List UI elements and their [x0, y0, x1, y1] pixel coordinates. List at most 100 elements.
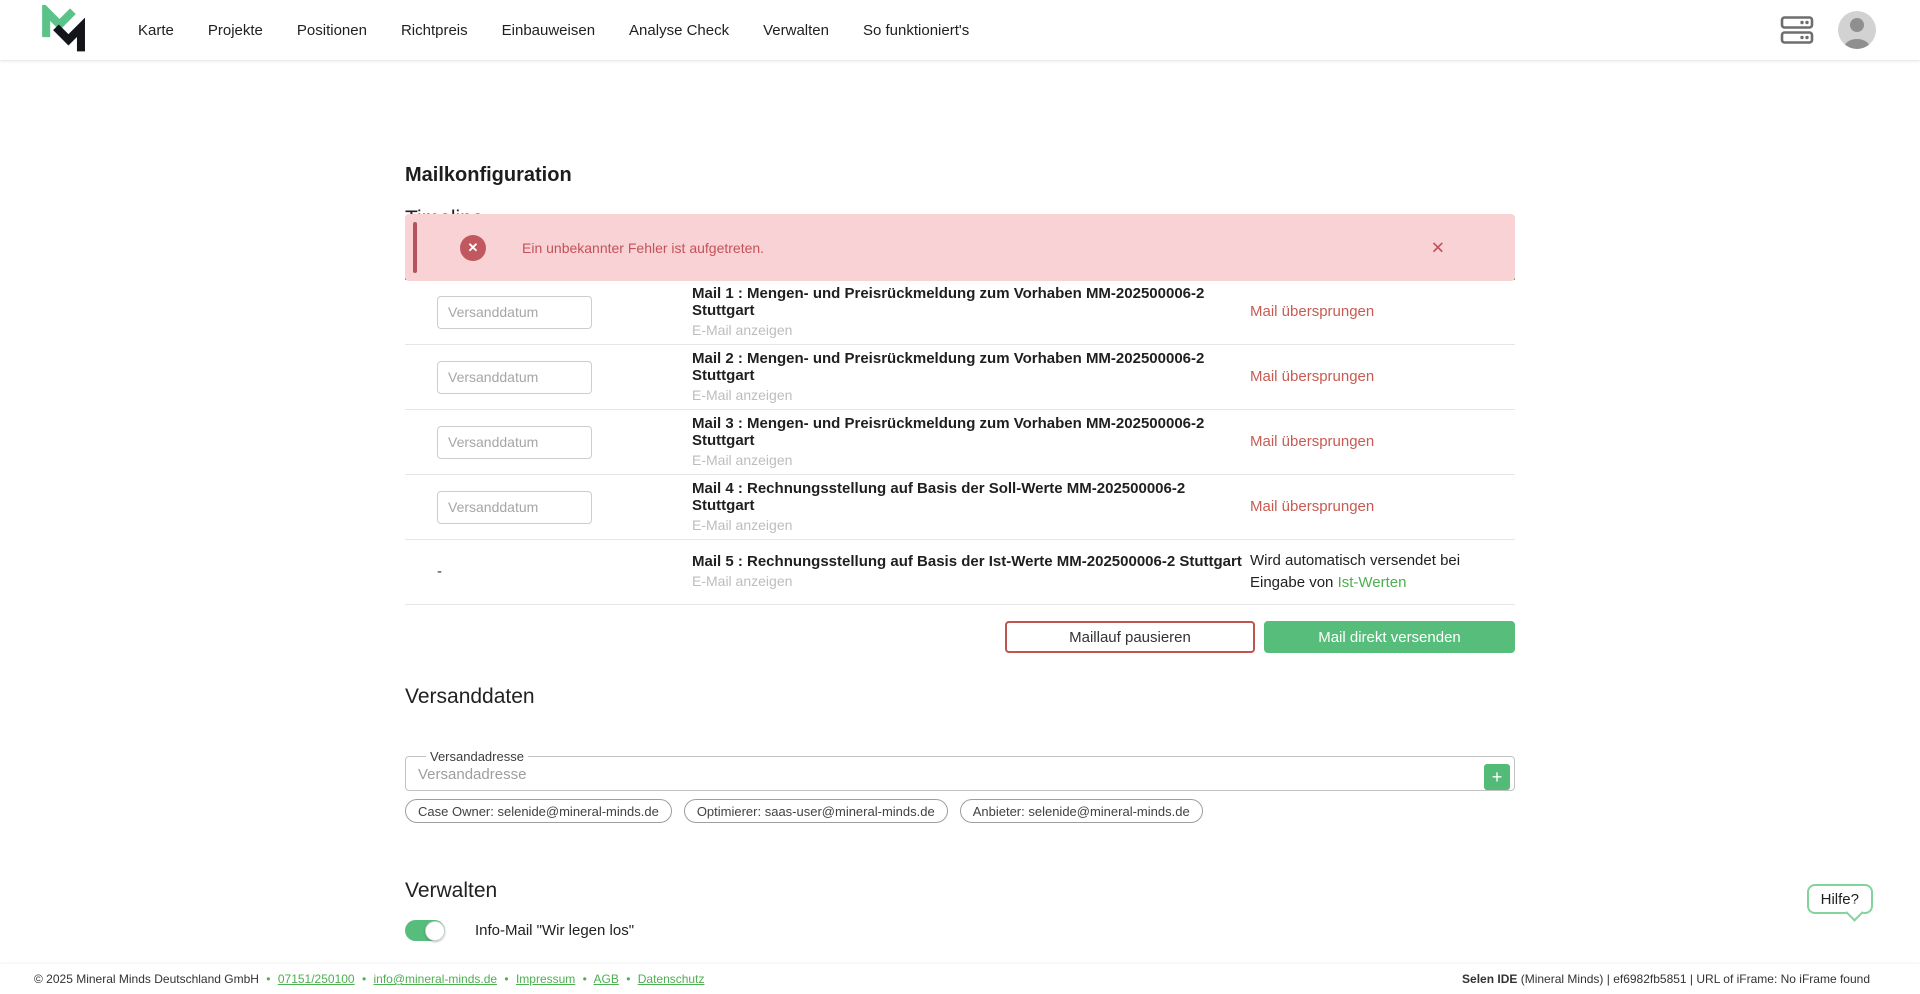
versanddaten-title: Versanddaten	[405, 685, 1515, 709]
nav-item[interactable]: Positionen	[297, 22, 367, 39]
footer-separator: •	[504, 972, 508, 986]
maillauf-pausieren-button[interactable]: Maillauf pausieren	[1005, 621, 1255, 653]
footer-separator: •	[362, 972, 366, 986]
table-row: Mail 2 : Mengen- und Preisrückmeldung zu…	[405, 345, 1515, 410]
mailtyp-cell: Mail 3 : Mengen- und Preisrückmeldung zu…	[692, 415, 1248, 470]
footer: © 2025 Mineral Minds Deutschland GmbH • …	[0, 964, 1920, 994]
mail-title: Mail 4 : Rechnungsstellung auf Basis der…	[692, 480, 1248, 514]
versandadresse-input[interactable]	[418, 766, 1474, 783]
versanddatum-input[interactable]	[437, 296, 592, 329]
mail-direkt-versenden-button[interactable]: Mail direkt versenden	[1264, 621, 1515, 653]
footer-right: Selen IDE (Mineral Minds) | ef6982fb5851…	[1462, 972, 1870, 986]
status-text: Mail übersprungen	[1250, 368, 1374, 385]
timeline-actions: Maillauf pausieren Mail direkt versenden	[405, 621, 1515, 653]
server-icon[interactable]	[1780, 14, 1814, 46]
status-text: Mail übersprungen	[1250, 498, 1374, 515]
address-chips: Case Owner: selenide@mineral-minds.de Op…	[405, 799, 1515, 823]
footer-link[interactable]: Impressum	[516, 972, 575, 986]
nav-item[interactable]: Einbauweisen	[502, 22, 595, 39]
mail-title: Mail 5 : Rechnungsstellung auf Basis der…	[692, 553, 1248, 570]
versanddatum-cell	[405, 361, 690, 394]
versanddatum-input[interactable]	[437, 491, 592, 524]
table-row: Mail 1 : Mengen- und Preisrückmeldung zu…	[405, 280, 1515, 345]
versanddatum-cell	[405, 426, 690, 459]
email-anzeigen-link[interactable]: E-Mail anzeigen	[692, 517, 792, 533]
status-text: Mail übersprungen	[1250, 303, 1374, 320]
email-anzeigen-link[interactable]: E-Mail anzeigen	[692, 322, 792, 338]
nav-item[interactable]: Projekte	[208, 22, 263, 39]
avatar-head	[1850, 18, 1864, 32]
email-anzeigen-link[interactable]: E-Mail anzeigen	[692, 573, 792, 589]
table-row: Mail 3 : Mengen- und Preisrückmeldung zu…	[405, 410, 1515, 475]
ist-werten-link[interactable]: Ist-Werten	[1338, 574, 1407, 591]
mail-title: Mail 2 : Mengen- und Preisrückmeldung zu…	[692, 350, 1248, 384]
nav-item[interactable]: So funktioniert's	[863, 22, 969, 39]
versanddatum-cell: -	[405, 563, 690, 581]
help-button[interactable]: Hilfe?	[1807, 884, 1873, 914]
error-circle-x-icon: ✕	[460, 235, 486, 261]
table-body: Mail 1 : Mengen- und Preisrückmeldung zu…	[405, 280, 1515, 605]
footer-link[interactable]: Datenschutz	[638, 972, 705, 986]
top-navbar: Karte Projekte Positionen Richtpreis Ein…	[0, 0, 1920, 60]
status-cell: Mail übersprungen	[1250, 366, 1515, 388]
navbar-right	[1780, 11, 1876, 49]
status-cell: Mail übersprungen	[1250, 431, 1515, 453]
versanddatum-input[interactable]	[437, 426, 592, 459]
address-chip[interactable]: Case Owner: selenide@mineral-minds.de	[405, 799, 672, 823]
nav-item[interactable]: Verwalten	[763, 22, 829, 39]
nav-item[interactable]: Analyse Check	[629, 22, 729, 39]
alert-accent-bar	[413, 222, 417, 273]
status-cell: Wird automatisch versendet bei Eingabe v…	[1250, 550, 1515, 594]
footer-left: © 2025 Mineral Minds Deutschland GmbH • …	[34, 972, 704, 986]
footer-separator: •	[626, 972, 630, 986]
info-mail-toggle[interactable]	[405, 920, 445, 941]
timeline-table: Versanddatum Mailtyp Status Mail 1 : Men…	[405, 253, 1515, 605]
email-anzeigen-link[interactable]: E-Mail anzeigen	[692, 387, 792, 403]
versanddatum-cell	[405, 296, 690, 329]
mailtyp-cell: Mail 2 : Mengen- und Preisrückmeldung zu…	[692, 350, 1248, 405]
table-row: Mail 4 : Rechnungsstellung auf Basis der…	[405, 475, 1515, 540]
footer-link[interactable]: 07151/250100	[278, 972, 355, 986]
status-cell: Mail übersprungen	[1250, 496, 1515, 518]
nav-item[interactable]: Karte	[138, 22, 174, 39]
page-title: Mailkonfiguration	[405, 164, 1515, 187]
versandadresse-fieldset: Versandadresse +	[405, 749, 1515, 791]
error-alert: ✕ Ein unbekannter Fehler ist aufgetreten…	[405, 214, 1515, 281]
toggle-knob	[425, 921, 445, 941]
verwalten-title: Verwalten	[405, 879, 1515, 903]
main-navigation: Karte Projekte Positionen Richtpreis Ein…	[138, 22, 969, 39]
status-cell: Mail übersprungen	[1250, 301, 1515, 323]
nav-item[interactable]: Richtpreis	[401, 22, 468, 39]
avatar-shoulders	[1844, 39, 1870, 49]
add-address-button[interactable]: +	[1484, 764, 1510, 790]
user-avatar-icon[interactable]	[1838, 11, 1876, 49]
versanddatum-cell	[405, 491, 690, 524]
mailtyp-cell: Mail 1 : Mengen- und Preisrückmeldung zu…	[692, 285, 1248, 340]
info-mail-toggle-row: Info-Mail "Wir legen los"	[405, 920, 1515, 941]
address-chip[interactable]: Optimierer: saas-user@mineral-minds.de	[684, 799, 948, 823]
footer-link[interactable]: info@mineral-minds.de	[373, 972, 497, 986]
status-text: Wird automatisch versendet bei Eingabe v…	[1250, 552, 1460, 591]
footer-meta-text: (Mineral Minds) | ef6982fb5851 | URL of …	[1517, 972, 1870, 986]
address-chip[interactable]: Anbieter: selenide@mineral-minds.de	[960, 799, 1203, 823]
alert-message: Ein unbekannter Fehler ist aufgetreten.	[522, 240, 764, 256]
main-content: ✕ Ein unbekannter Fehler ist aufgetreten…	[405, 164, 1515, 941]
copyright-text: © 2025 Mineral Minds Deutschland GmbH	[34, 972, 259, 986]
mailtyp-cell: Mail 4 : Rechnungsstellung auf Basis der…	[692, 480, 1248, 535]
versandadresse-label: Versandadresse	[426, 749, 528, 764]
footer-separator: •	[583, 972, 587, 986]
mineral-minds-logo-icon[interactable]	[38, 5, 90, 55]
mail-title: Mail 1 : Mengen- und Preisrückmeldung zu…	[692, 285, 1248, 319]
toggle-label: Info-Mail "Wir legen los"	[475, 922, 634, 939]
footer-link[interactable]: AGB	[594, 972, 619, 986]
email-anzeigen-link[interactable]: E-Mail anzeigen	[692, 452, 792, 468]
table-row: - Mail 5 : Rechnungsstellung auf Basis d…	[405, 540, 1515, 605]
close-icon[interactable]: ✕	[1431, 239, 1445, 256]
mail-title: Mail 3 : Mengen- und Preisrückmeldung zu…	[692, 415, 1248, 449]
mailtyp-cell: Mail 5 : Rechnungsstellung auf Basis der…	[692, 553, 1248, 591]
no-date-text: -	[437, 563, 442, 580]
status-text: Mail übersprungen	[1250, 433, 1374, 450]
footer-app-name: Selen IDE	[1462, 972, 1517, 986]
footer-separator: •	[266, 972, 270, 986]
versanddatum-input[interactable]	[437, 361, 592, 394]
